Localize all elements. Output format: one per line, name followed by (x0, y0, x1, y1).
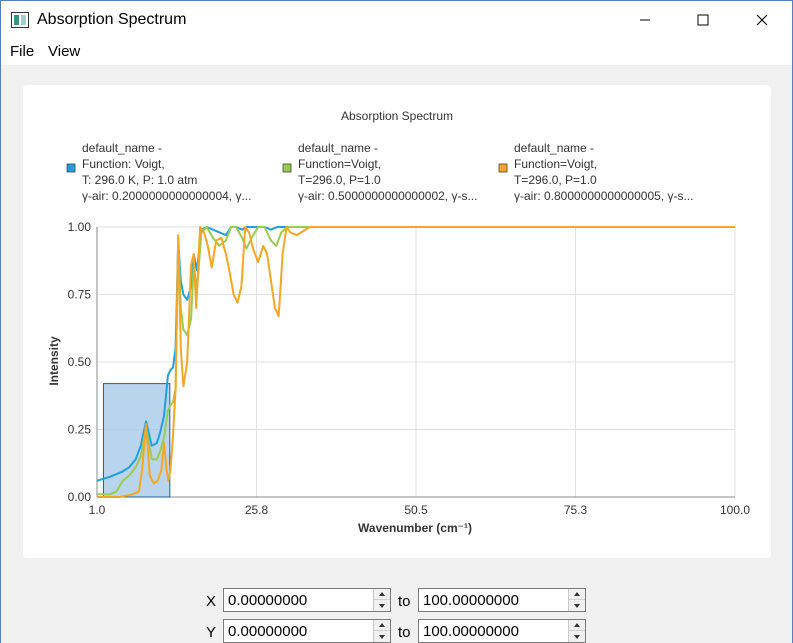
x-max-spin-buttons (568, 589, 585, 611)
app-window: Absorption Spectrum File View Absorption… (0, 0, 793, 643)
x-axis-label: Wavenumber (cm⁻¹) (358, 521, 472, 535)
arrow-down-icon (574, 603, 580, 608)
x-min-input[interactable] (224, 589, 372, 611)
zoom-selection-rect (102, 383, 171, 498)
legend-item: default_name - Function=Voigt, T=296.0, P=… (282, 141, 477, 203)
x-min-increment-button[interactable] (374, 589, 390, 600)
window-title: Absorption Spectrum (37, 11, 187, 28)
y-max-increment-button[interactable] (569, 620, 585, 631)
x-tick-label: 100.0 (720, 503, 750, 517)
y-min-increment-button[interactable] (374, 620, 390, 631)
legend-item: default_name - Function: Voigt, T: 296.0 K… (66, 141, 251, 203)
y-max-spin-buttons (568, 620, 585, 642)
y-min-spinbox[interactable] (223, 619, 391, 643)
y-range-label: Y (206, 624, 217, 641)
menu-file[interactable]: File (10, 43, 34, 60)
x-max-increment-button[interactable] (569, 589, 585, 600)
y-tick-label: 1.00 (68, 220, 92, 234)
chart-legend: default_name - Function: Voigt, T: 296.0 K… (66, 141, 693, 203)
y-tick-label: 0.50 (68, 355, 92, 369)
arrow-down-icon (379, 634, 385, 639)
title-bar: Absorption Spectrum (1, 1, 792, 39)
legend-label: γ-air: 0.2000000000000004, γ... (82, 189, 251, 203)
x-min-decrement-button[interactable] (374, 600, 390, 611)
minimize-button[interactable] (622, 1, 668, 39)
main-content: Absorption Spectrum default_name - Functi… (1, 65, 792, 643)
x-max-input[interactable] (419, 589, 567, 611)
chart-title: Absorption Spectrum (341, 109, 453, 123)
legend-label: Function=Voigt, (514, 157, 597, 171)
chart-view[interactable]: Absorption Spectrum default_name - Functi… (23, 85, 771, 558)
x-to-label: to (398, 593, 411, 610)
x-max-spinbox[interactable] (418, 588, 586, 612)
legend-label: T: 296.0 K, P: 1.0 atm (82, 173, 197, 187)
y-axis-ticks: 0.00 0.25 0.50 0.75 1.00 (68, 220, 92, 504)
legend-item: default_name - Function=Voigt, T=296.0, P=… (498, 141, 693, 203)
menu-bar: File View (1, 39, 792, 65)
legend-label: Function: Voigt, (82, 157, 165, 171)
close-button[interactable] (739, 1, 785, 39)
x-min-spinbox[interactable] (223, 588, 391, 612)
maximize-button[interactable] (680, 1, 726, 39)
legend-swatch (498, 163, 508, 173)
legend-label: default_name - (82, 141, 162, 155)
legend-label: γ-air: 0.5000000000000002, γ-s... (298, 189, 477, 203)
x-tick-label: 25.8 (245, 503, 269, 517)
x-tick-label: 1.0 (89, 503, 106, 517)
y-max-input[interactable] (419, 620, 567, 642)
arrow-up-icon (379, 592, 385, 596)
arrow-up-icon (574, 592, 580, 596)
legend-swatch (282, 163, 292, 173)
maximize-icon (697, 14, 709, 26)
arrow-down-icon (574, 634, 580, 639)
y-min-spin-buttons (373, 620, 390, 642)
arrow-up-icon (379, 623, 385, 627)
y-max-decrement-button[interactable] (569, 631, 585, 642)
legend-label: T=296.0, P=1.0 (514, 173, 597, 187)
y-tick-label: 0.25 (68, 423, 92, 437)
legend-label: Function=Voigt, (298, 157, 381, 171)
legend-label: default_name - (514, 141, 594, 155)
close-icon (756, 14, 768, 26)
x-range-label: X (206, 593, 217, 610)
spectrum-chart[interactable]: Absorption Spectrum default_name - Functi… (23, 85, 771, 558)
minimize-icon (640, 19, 650, 21)
x-tick-label: 50.5 (404, 503, 428, 517)
y-max-spinbox[interactable] (418, 619, 586, 643)
legend-label: default_name - (298, 141, 378, 155)
legend-swatch (66, 163, 76, 173)
legend-label: γ-air: 0.8000000000000005, γ-s... (514, 189, 693, 203)
y-tick-label: 0.00 (68, 490, 92, 504)
y-tick-label: 0.75 (68, 288, 92, 302)
x-axis-ticks: 1.0 25.8 50.5 75.3 100.0 (89, 503, 751, 517)
y-axis-label: Intensity (47, 336, 61, 386)
arrow-down-icon (379, 603, 385, 608)
y-min-decrement-button[interactable] (374, 631, 390, 642)
x-max-decrement-button[interactable] (569, 600, 585, 611)
y-to-label: to (398, 624, 411, 641)
arrow-up-icon (574, 623, 580, 627)
x-tick-label: 75.3 (564, 503, 588, 517)
x-min-spin-buttons (373, 589, 390, 611)
app-icon (11, 12, 29, 28)
legend-label: T=296.0, P=1.0 (298, 173, 381, 187)
y-min-input[interactable] (224, 620, 372, 642)
menu-view[interactable]: View (48, 43, 80, 60)
